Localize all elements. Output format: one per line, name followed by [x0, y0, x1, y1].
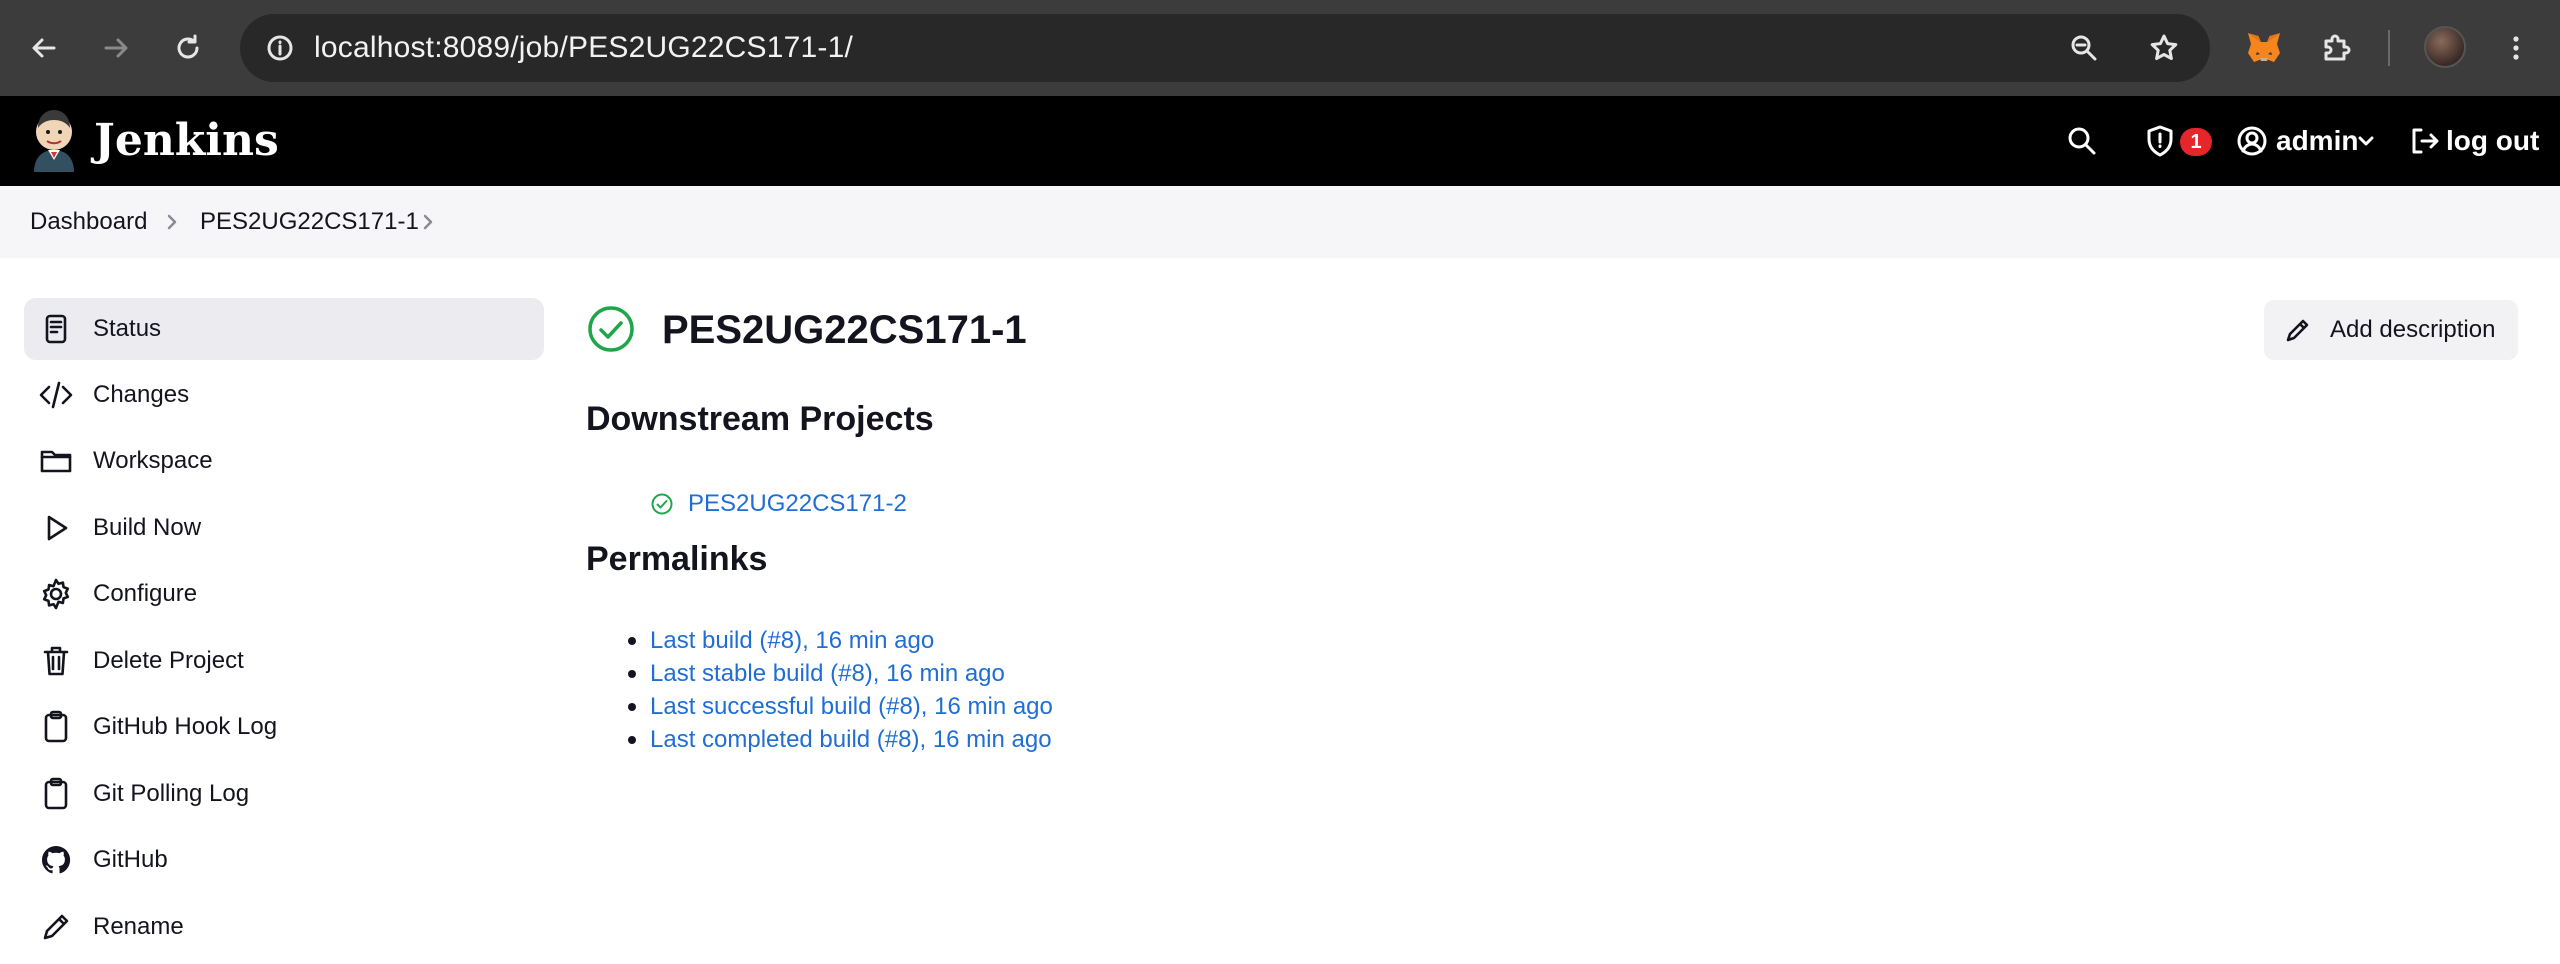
permalink-last-build[interactable]: Last build (#8), 16 min ago [650, 627, 934, 654]
logout-icon [2412, 128, 2439, 154]
chevron-right-icon [167, 214, 177, 230]
gear-icon [38, 576, 74, 612]
sidebar-item-label: Rename [93, 913, 184, 940]
sidebar-item-label: Status [93, 315, 162, 342]
folder-icon [38, 443, 74, 479]
clipboard-icon [38, 709, 74, 745]
zoom-out-icon [2071, 35, 2097, 61]
browser-menu-button[interactable] [2492, 24, 2540, 72]
browser-chrome: localhost:8089/job/PES2UG22CS171-1/ [0, 0, 2560, 96]
permalinks-list: Last build (#8), 16 min ago Last stable … [628, 624, 1053, 756]
site-info-button[interactable] [256, 24, 304, 72]
sidebar-item-delete-project[interactable]: Delete Project [24, 630, 544, 692]
puzzle-icon [2324, 34, 2351, 61]
list-item: Last successful build (#8), 16 min ago [628, 690, 1053, 723]
github-icon [38, 842, 74, 878]
downstream-projects-heading: Downstream Projects [586, 400, 934, 438]
sidebar-item-label: GitHub Hook Log [93, 713, 278, 740]
info-icon [267, 35, 293, 61]
breadcrumb-job[interactable]: PES2UG22CS171-1 [200, 186, 419, 258]
fox-icon [2248, 33, 2280, 62]
zoom-button[interactable] [2060, 24, 2108, 72]
security-badge: 1 [2180, 128, 2212, 156]
metamask-extension-button[interactable] [2240, 24, 2288, 72]
sidebar-item-status[interactable]: Status [24, 298, 544, 360]
permalink-last-successful-build[interactable]: Last successful build (#8), 16 min ago [650, 693, 1053, 720]
breadcrumb-dashboard[interactable]: Dashboard [30, 186, 147, 258]
extensions-button[interactable] [2312, 24, 2360, 72]
logout-button[interactable] [2400, 117, 2448, 165]
breadcrumb-separator [160, 210, 184, 234]
downstream-project-link[interactable]: PES2UG22CS171-2 [688, 488, 907, 520]
reload-button[interactable] [164, 24, 212, 72]
sidebar-item-github[interactable]: GitHub [24, 829, 544, 891]
sidebar-item-configure[interactable]: Configure [24, 563, 544, 625]
sidebar-item-changes[interactable]: Changes [24, 364, 544, 426]
security-button[interactable] [2136, 117, 2184, 165]
logout-label[interactable]: log out [2446, 96, 2539, 186]
search-icon [2068, 127, 2096, 155]
more-vertical-icon [2513, 36, 2519, 60]
bookmark-button[interactable] [2140, 24, 2188, 72]
permalinks-heading: Permalinks [586, 540, 768, 578]
status-icon [38, 311, 74, 347]
play-icon [38, 510, 74, 546]
success-check-icon [588, 306, 634, 352]
trash-icon [38, 643, 74, 679]
list-item: Last completed build (#8), 16 min ago [628, 723, 1053, 756]
chevron-right-icon [423, 214, 433, 230]
search-button[interactable] [2058, 117, 2106, 165]
arrow-left-icon [32, 38, 56, 58]
sidebar-item-label: Changes [93, 381, 190, 408]
sidebar-item-label: GitHub [93, 846, 168, 873]
sidebar-item-workspace[interactable]: Workspace [24, 430, 544, 492]
back-button[interactable] [20, 24, 68, 72]
pencil-icon [38, 909, 74, 945]
sidebar-item-label: Delete Project [93, 647, 244, 674]
sidebar-item-label: Git Polling Log [93, 780, 250, 807]
permalink-last-stable-build[interactable]: Last stable build (#8), 16 min ago [650, 660, 1005, 687]
star-icon [2150, 34, 2178, 60]
arrow-right-icon [104, 38, 128, 58]
reload-icon [177, 34, 199, 59]
pencil-icon [2284, 316, 2312, 344]
add-description-button[interactable]: Add description [2264, 300, 2518, 360]
address-bar[interactable]: localhost:8089/job/PES2UG22CS171-1/ [240, 14, 2210, 82]
shield-icon [2147, 125, 2173, 157]
breadcrumb-dropdown[interactable] [416, 210, 440, 234]
add-description-label: Add description [2330, 316, 2496, 343]
jenkins-header: Jenkins 1 admin log out [0, 96, 2560, 186]
jenkins-logo-icon[interactable] [28, 108, 80, 172]
permalink-last-completed-build[interactable]: Last completed build (#8), 16 min ago [650, 726, 1052, 753]
user-menu-toggle[interactable] [2348, 117, 2384, 165]
sidebar-item-label: Build Now [93, 514, 202, 541]
page-title: PES2UG22CS171-1 [662, 308, 1027, 352]
sidebar-item-label: Configure [93, 580, 198, 607]
success-check-icon [651, 493, 673, 515]
chevron-down-icon [2358, 136, 2374, 146]
url-text: localhost:8089/job/PES2UG22CS171-1/ [314, 31, 854, 64]
toolbar-divider [2388, 30, 2390, 66]
breadcrumb: Dashboard PES2UG22CS171-1 [0, 186, 2560, 258]
sidebar-item-label: Workspace [93, 447, 213, 474]
user-name[interactable]: admin [2276, 96, 2358, 186]
list-item: Last stable build (#8), 16 min ago [628, 657, 1053, 690]
sidebar-item-git-polling-log[interactable]: Git Polling Log [24, 763, 544, 825]
sidebar-item-github-hook-log[interactable]: GitHub Hook Log [24, 696, 544, 758]
forward-button[interactable] [92, 24, 140, 72]
list-item: Last build (#8), 16 min ago [628, 624, 1053, 657]
user-button[interactable] [2228, 117, 2276, 165]
app-title[interactable]: Jenkins [94, 96, 279, 186]
code-icon [38, 377, 74, 413]
clipboard-icon [38, 776, 74, 812]
user-circle-icon [2237, 126, 2267, 156]
profile-avatar[interactable] [2424, 26, 2466, 68]
sidebar-item-rename[interactable]: Rename [24, 896, 544, 958]
sidebar-item-build-now[interactable]: Build Now [24, 497, 544, 559]
